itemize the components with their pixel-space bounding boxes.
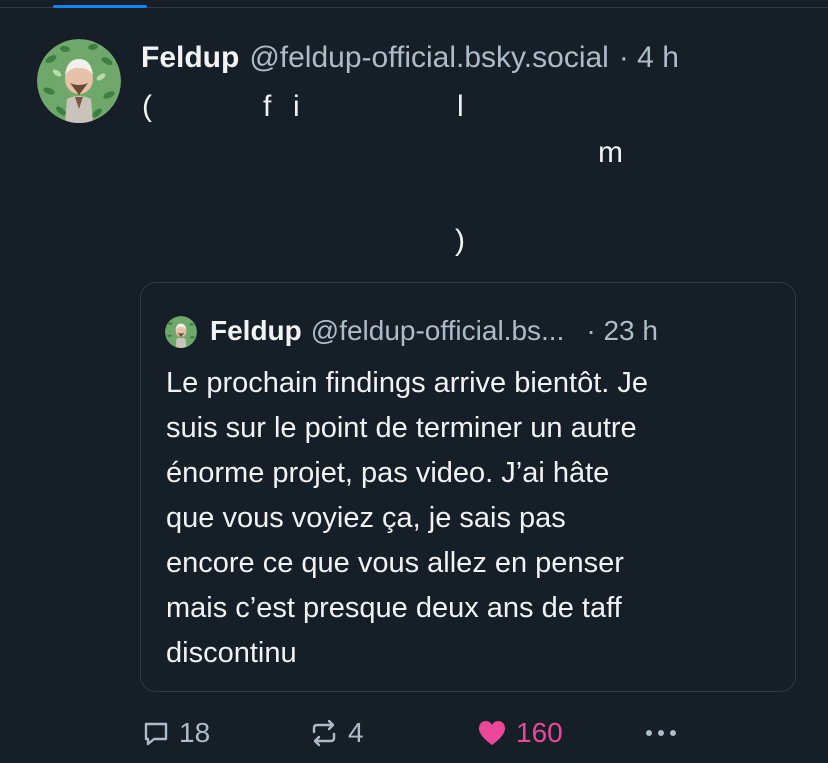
post-text-fragment: ( — [142, 90, 152, 123]
like-button[interactable]: 160 — [476, 713, 563, 753]
post-text-fragment: l — [457, 90, 464, 123]
post-text-fragment: i — [293, 90, 300, 123]
author-name[interactable]: Feldup — [141, 41, 239, 75]
author-handle[interactable]: @feldup-official.bsky.social — [249, 41, 609, 75]
heart-icon — [476, 718, 508, 748]
reply-bubble-icon — [141, 718, 171, 748]
author-avatar[interactable] — [37, 39, 121, 123]
quote-author-avatar[interactable] — [165, 316, 197, 348]
repost-button[interactable]: 4 — [308, 713, 364, 753]
post-author-line: Feldup @feldup-official.bsky.social · 4 … — [141, 38, 679, 78]
post-timestamp[interactable]: · 4 h — [619, 41, 679, 75]
repost-icon — [308, 718, 340, 748]
quote-author-name[interactable]: Feldup — [210, 315, 302, 347]
post-text-fragment: f — [263, 90, 272, 123]
quote-timestamp[interactable]: · 23 h — [586, 315, 658, 347]
more-options-button[interactable] — [643, 713, 679, 753]
quote-author-handle[interactable]: @feldup-official.bs... — [311, 315, 565, 347]
avatar-image — [165, 316, 197, 348]
repost-count: 4 — [348, 717, 364, 748]
post-text-fragment: m — [598, 136, 623, 169]
active-tab-indicator — [53, 5, 147, 8]
reply-button[interactable]: 18 — [141, 713, 210, 753]
avatar-image — [37, 39, 121, 123]
quote-author-line: Feldup @feldup-official.bs... · 23 h — [210, 311, 658, 351]
quoted-post-card[interactable]: Feldup @feldup-official.bs... · 23 h Le … — [140, 282, 796, 692]
reply-count: 18 — [179, 717, 211, 748]
post-text-fragment: ) — [455, 224, 465, 257]
more-dots-icon — [643, 718, 679, 748]
like-count: 160 — [516, 717, 563, 748]
quote-body-text: Le prochain findings arrive bientôt. Je … — [166, 367, 649, 669]
